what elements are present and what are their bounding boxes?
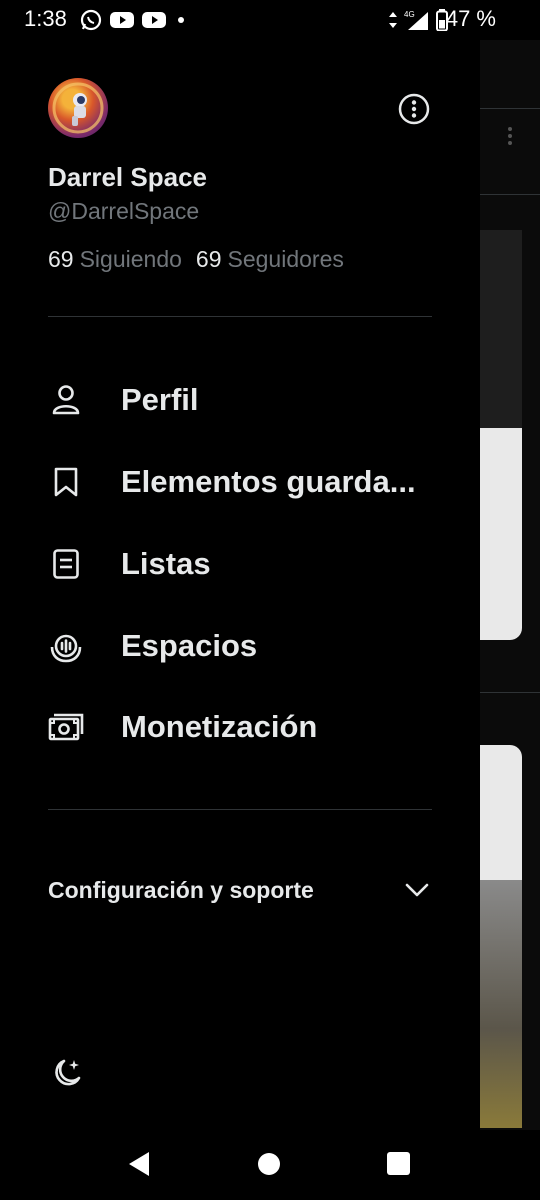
status-bar: 1:38 4G 47 % [0, 0, 540, 40]
bookmark-icon [48, 464, 84, 500]
spaces-icon [48, 628, 84, 664]
menu-item-monetization[interactable]: Monetización [0, 692, 480, 762]
feed-divider [480, 108, 540, 109]
following-label: Siguiendo [79, 246, 182, 272]
status-time: 1:38 [24, 6, 67, 31]
profile-handle: @DarrelSpace [48, 198, 200, 224]
feed-divider [480, 194, 540, 195]
money-icon [48, 709, 84, 745]
followers-count: 69 [195, 246, 222, 272]
followers-link[interactable]: 69 Seguidores [196, 246, 344, 272]
signal-icon: 4G [404, 10, 428, 30]
youtube-icon [142, 12, 166, 28]
feed-card [480, 745, 522, 880]
menu-item-label: Perfil [121, 382, 199, 417]
menu-item-label: Monetización [121, 709, 318, 744]
divider [48, 316, 432, 317]
youtube-icon [110, 12, 134, 28]
feed-image [480, 230, 522, 428]
feed-divider [480, 692, 540, 693]
whatsapp-icon [80, 9, 102, 31]
settings-support-label: Configuración y soporte [48, 877, 314, 903]
menu-item-label: Listas [121, 546, 211, 581]
divider [48, 809, 432, 810]
followers-label: Seguidores [227, 246, 344, 272]
menu-item-label: Elementos guarda... [121, 464, 416, 499]
avatar[interactable] [48, 78, 108, 138]
profile-name[interactable]: Darrel Space [48, 162, 207, 193]
theme-toggle-moon-icon[interactable] [48, 1056, 84, 1092]
following-link[interactable]: 69 Siguiendo [48, 246, 182, 272]
menu-item-bookmarks[interactable]: Elementos guarda... [0, 447, 480, 517]
person-icon [48, 382, 84, 418]
feed-image [480, 880, 522, 1128]
dot-icon [178, 17, 184, 23]
menu-item-label: Espacios [121, 628, 258, 663]
settings-support-toggle[interactable]: Configuración y soporte [0, 862, 480, 922]
system-navigation-bar [0, 1130, 540, 1200]
recents-button[interactable] [387, 1152, 410, 1175]
more-options-button[interactable] [398, 93, 430, 125]
chevron-down-icon [405, 883, 429, 897]
home-button[interactable] [258, 1153, 280, 1175]
battery-percent: 47 % [445, 6, 496, 31]
menu-item-lists[interactable]: Listas [0, 529, 480, 599]
data-arrows-icon [389, 12, 397, 28]
astronaut-avatar-image [52, 82, 104, 134]
back-button[interactable] [128, 1151, 150, 1177]
background-feed [480, 40, 540, 1130]
more-vertical-icon [508, 127, 512, 145]
network-type: 4G [404, 10, 415, 19]
follow-stats: 69 Siguiendo 69 Seguidores [48, 246, 344, 273]
navigation-drawer: Darrel Space @DarrelSpace 69 Siguiendo 69 S… [0, 40, 480, 1130]
menu-item-spaces[interactable]: Espacios [0, 611, 480, 681]
list-icon [48, 546, 84, 582]
feed-card [480, 428, 522, 640]
menu-item-profile[interactable]: Perfil [0, 365, 480, 435]
following-count: 69 [48, 246, 74, 272]
